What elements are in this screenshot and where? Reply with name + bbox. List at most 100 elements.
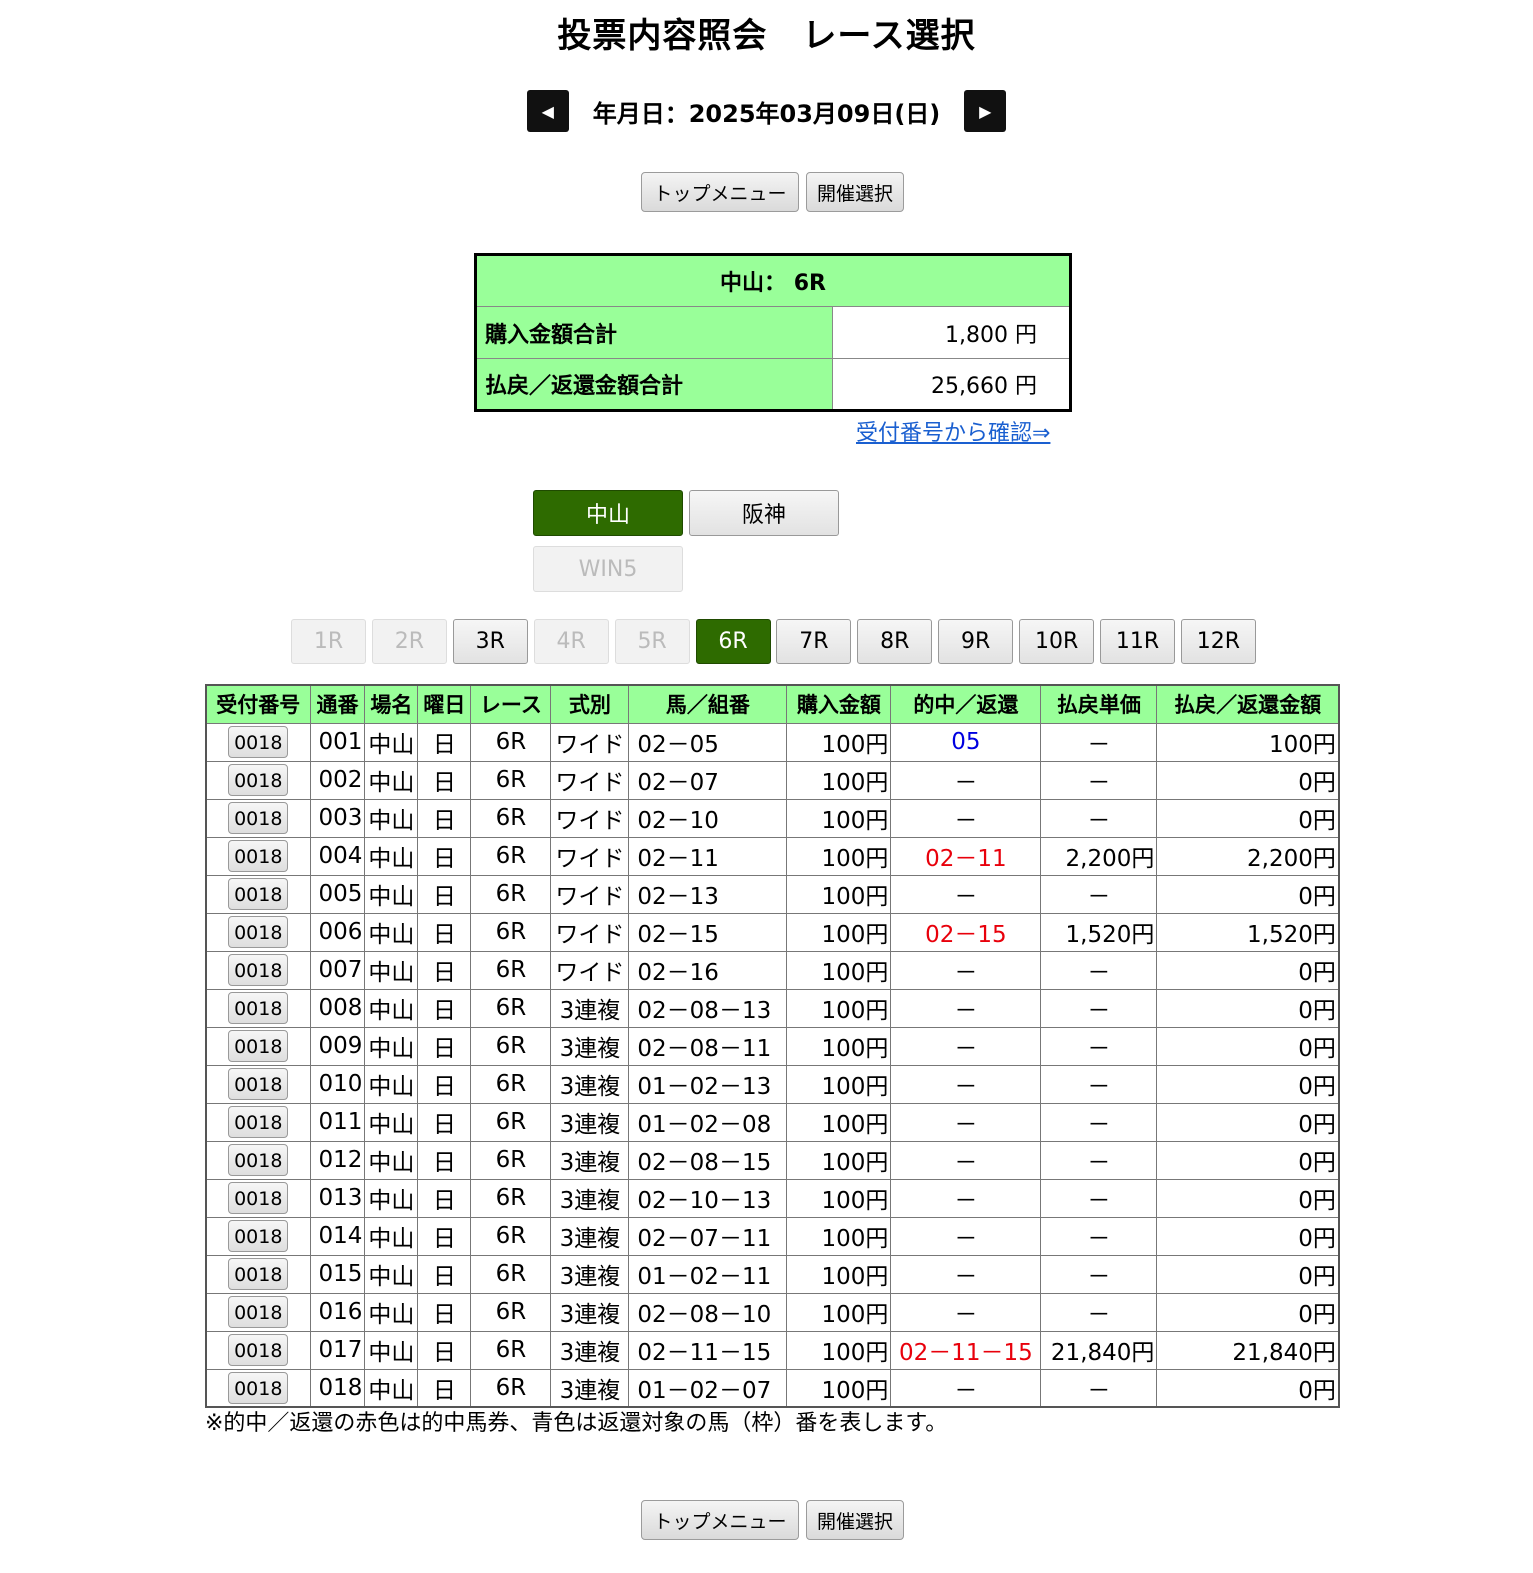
race-tab[interactable]: 3R <box>452 619 528 664</box>
receipt-number-link[interactable]: 受付番号から確認⇒ <box>856 415 1050 447</box>
type-cell: 3連複 <box>550 1330 630 1370</box>
unit-cell: － <box>1040 1140 1158 1180</box>
receipt-number-button[interactable]: 0018 <box>228 1371 289 1404</box>
payout-cell: 0円 <box>1156 1254 1340 1294</box>
receipt-number-button[interactable]: 0018 <box>228 1068 289 1100</box>
venue-cell: 中山 <box>364 722 419 762</box>
bet-table: 受付番号 通番 場名 曜日 レース 式別 馬／組番 購入金額 的中／返還 払戻単価 払戻／返還金額 … <box>205 684 1340 1408</box>
venue-select-button-bottom[interactable]: 開催選択 <box>806 1500 904 1540</box>
venue-cell: 中山 <box>364 1292 419 1332</box>
receipt-number-button[interactable]: 0018 <box>228 878 289 910</box>
serial-cell: 008 <box>309 988 366 1028</box>
venue-cell: 中山 <box>364 760 419 800</box>
combo-cell: 02－05 <box>628 722 788 762</box>
refund-total-label: 払戻／返還金額合計 <box>475 358 833 411</box>
table-row: 0018 013 中山日 6R 3連複 02－10－13 100円－－ 0円 <box>205 1178 1340 1218</box>
venue-tab[interactable]: 阪神 <box>689 490 839 536</box>
hit-cell: － <box>890 1140 1042 1180</box>
table-row: 0018 016 中山日 6R 3連複 02－08－10 100円－－ 0円 <box>205 1292 1340 1332</box>
race-tab[interactable]: 11R <box>1100 619 1175 664</box>
prev-date-button[interactable]: ◀ <box>526 90 569 132</box>
column-header: 払戻／返還金額 <box>1156 684 1340 724</box>
receipt-number-button[interactable]: 0018 <box>228 1144 289 1176</box>
race-tab: 1R <box>291 619 366 664</box>
receipt-number-button[interactable]: 0018 <box>228 954 289 986</box>
receipt-number-button[interactable]: 0018 <box>228 840 289 872</box>
day-cell: 日 <box>417 1330 472 1370</box>
amount-cell: 100円 <box>786 722 892 762</box>
date-nav: ◀ 年月日：2025年03月09日(日) ▶ <box>0 90 1533 132</box>
unit-cell: － <box>1040 988 1158 1028</box>
race-tab[interactable]: 6R <box>695 619 771 664</box>
payout-cell: 0円 <box>1156 1064 1340 1104</box>
unit-cell: － <box>1040 722 1158 762</box>
receipt-number-button[interactable]: 0018 <box>228 1182 289 1214</box>
race-cell: 6R <box>470 1292 552 1332</box>
receipt-cell: 0018 <box>205 1064 311 1104</box>
unit-cell: － <box>1040 874 1158 914</box>
venue-cell: 中山 <box>364 798 419 838</box>
combo-cell: 01－02－07 <box>628 1368 788 1408</box>
hit-cell: － <box>890 1178 1042 1218</box>
unit-cell: － <box>1040 950 1158 990</box>
table-row: 0018 014 中山日 6R 3連複 02－07－11 100円－－ 0円 <box>205 1216 1340 1256</box>
payout-cell: 0円 <box>1156 1102 1340 1142</box>
venue-cell: 中山 <box>364 836 419 876</box>
combo-cell: 01－02－11 <box>628 1254 788 1294</box>
combo-cell: 02－07 <box>628 760 788 800</box>
hit-cell: － <box>890 1026 1042 1066</box>
race-tab[interactable]: 7R <box>776 619 852 664</box>
receipt-number-button[interactable]: 0018 <box>228 992 289 1024</box>
race-tab[interactable]: 12R <box>1180 619 1256 664</box>
venue-cell: 中山 <box>364 1026 419 1066</box>
type-cell: 3連複 <box>550 1064 630 1104</box>
amount-cell: 100円 <box>786 1292 892 1332</box>
amount-cell: 100円 <box>786 1216 892 1256</box>
race-tab: 4R <box>533 619 609 664</box>
payout-cell: 0円 <box>1156 1368 1340 1408</box>
top-menu-button[interactable]: トップメニュー <box>641 172 799 212</box>
race-tab[interactable]: 8R <box>857 619 933 664</box>
receipt-cell: 0018 <box>205 1026 311 1066</box>
receipt-number-button[interactable]: 0018 <box>228 764 289 796</box>
day-cell: 日 <box>417 1140 472 1180</box>
hit-cell: － <box>890 950 1042 990</box>
table-row: 0018 005 中山日 6R ワイド 02－13 100円－－ 0円 <box>205 874 1340 914</box>
receipt-number-button[interactable]: 0018 <box>228 1258 289 1290</box>
receipt-number-button[interactable]: 0018 <box>228 1220 289 1252</box>
race-tab[interactable]: 10R <box>1019 619 1095 664</box>
amount-cell: 100円 <box>786 798 892 838</box>
hit-cell: － <box>890 1254 1042 1294</box>
hit-cell: － <box>890 760 1042 800</box>
column-header: 通番 <box>309 684 366 724</box>
receipt-number-button[interactable]: 0018 <box>228 1106 289 1138</box>
receipt-number-button[interactable]: 0018 <box>228 1030 289 1062</box>
receipt-number-button[interactable]: 0018 <box>228 726 289 758</box>
venue-tab[interactable]: 中山 <box>533 490 683 536</box>
venue-cell: 中山 <box>364 1254 419 1294</box>
combo-cell: 02－16 <box>628 950 788 990</box>
venue-select-button[interactable]: 開催選択 <box>806 172 904 212</box>
column-header: 的中／返還 <box>890 684 1042 724</box>
table-row: 0018 010 中山日 6R 3連複 01－02－13 100円－－ 0円 <box>205 1064 1340 1104</box>
table-row: 0018 007 中山日 6R ワイド 02－16 100円－－ 0円 <box>205 950 1340 990</box>
top-menu-button-bottom[interactable]: トップメニュー <box>641 1500 799 1540</box>
receipt-number-button[interactable]: 0018 <box>228 1296 289 1328</box>
venue-cell: 中山 <box>364 1368 419 1408</box>
receipt-cell: 0018 <box>205 988 311 1028</box>
next-date-button[interactable]: ▶ <box>964 90 1007 132</box>
table-row: 0018 018 中山日 6R 3連複 01－02－07 100円－－ 0円 <box>205 1368 1340 1408</box>
race-cell: 6R <box>470 988 552 1028</box>
column-header: 払戻単価 <box>1040 684 1158 724</box>
receipt-number-button[interactable]: 0018 <box>228 1334 289 1366</box>
race-cell: 6R <box>470 1102 552 1142</box>
payout-cell: 2,200円 <box>1156 836 1340 876</box>
payout-cell: 1,520円 <box>1156 912 1340 952</box>
venue-tab: WIN5 <box>533 546 683 592</box>
column-header: 場名 <box>364 684 419 724</box>
receipt-number-button[interactable]: 0018 <box>228 916 289 948</box>
hit-cell: 02－11 <box>890 836 1042 876</box>
receipt-number-button[interactable]: 0018 <box>228 802 289 834</box>
race-tab[interactable]: 9R <box>938 619 1014 664</box>
venue-cell: 中山 <box>364 1330 419 1370</box>
